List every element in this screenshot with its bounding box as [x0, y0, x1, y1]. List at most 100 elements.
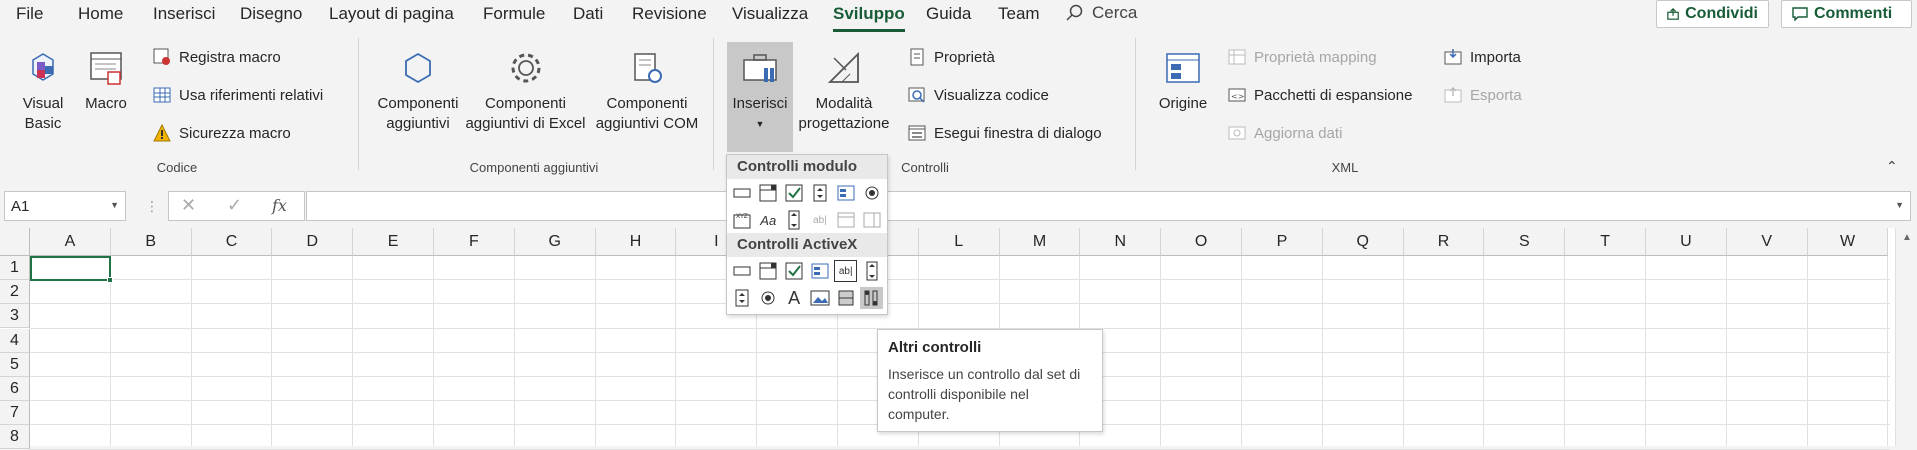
source-button[interactable]: Origine [1150, 48, 1216, 114]
name-box[interactable]: A1 ▼ [4, 191, 126, 221]
column-header[interactable]: P [1242, 228, 1323, 256]
tab-layout[interactable]: Layout di pagina [329, 4, 454, 24]
row-header[interactable]: 7 [0, 401, 30, 426]
column-header[interactable]: A [30, 228, 111, 256]
checkbox-control-icon[interactable] [783, 182, 806, 204]
design-mode-button[interactable]: Modalità progettazione [795, 48, 893, 134]
search-box[interactable]: Cerca [1066, 3, 1137, 23]
comments-button[interactable]: Commenti [1781, 0, 1912, 28]
column-header[interactable]: V [1726, 228, 1808, 256]
tab-sviluppo[interactable]: Sviluppo [833, 4, 905, 32]
tab-formule[interactable]: Formule [483, 4, 545, 24]
tab-dati[interactable]: Dati [573, 4, 603, 24]
row-header[interactable]: 4 [0, 328, 30, 353]
combo-box-icon[interactable] [757, 182, 780, 204]
list-box-icon[interactable] [834, 182, 857, 204]
view-code-button[interactable]: Visualizza codice [908, 86, 1049, 104]
row-header[interactable]: 3 [0, 304, 30, 329]
relative-references-button[interactable]: Usa riferimenti relativi [153, 86, 323, 104]
row-header[interactable]: 5 [0, 352, 30, 377]
column-header[interactable]: R [1403, 228, 1485, 256]
column-header[interactable]: C [191, 228, 273, 256]
excel-addins-button[interactable]: Componenti aggiuntivi di Excel [463, 48, 588, 134]
run-dialog-button[interactable]: Esegui finestra di dialogo [908, 124, 1102, 142]
row-header[interactable]: 2 [0, 280, 30, 305]
fill-handle[interactable] [107, 277, 113, 283]
tab-revisione[interactable]: Revisione [632, 4, 707, 24]
macro-security-button[interactable]: Sicurezza macro [153, 124, 291, 142]
expansion-packs-button[interactable]: <> Pacchetti di espansione [1228, 86, 1412, 104]
activex-textbox-icon[interactable]: ab| [834, 260, 858, 282]
activex-toggle-icon[interactable] [834, 287, 857, 309]
tab-home[interactable]: Home [78, 4, 123, 24]
activex-scrollbar-icon[interactable] [860, 260, 883, 282]
row-header[interactable]: 6 [0, 377, 30, 401]
column-header[interactable]: U [1646, 228, 1727, 256]
collapse-ribbon-icon[interactable]: ⌃ [1886, 158, 1898, 175]
button-control-icon[interactable] [731, 182, 754, 204]
tab-team[interactable]: Team [998, 4, 1040, 24]
activex-spin-icon[interactable] [731, 287, 754, 309]
select-all-corner[interactable] [0, 228, 30, 256]
properties-button[interactable]: Proprietà [908, 48, 995, 66]
confirm-icon[interactable]: ✓ [227, 195, 242, 216]
group-box-icon[interactable]: XYZ [731, 209, 754, 231]
row-header[interactable]: 1 [0, 256, 30, 280]
share-label: Condividi [1685, 5, 1758, 22]
com-addins-button[interactable]: Componenti aggiuntivi COM [592, 48, 702, 134]
import-button[interactable]: Importa [1444, 48, 1521, 66]
column-header[interactable]: O [1161, 228, 1242, 256]
column-header[interactable]: G [514, 228, 596, 256]
mapping-properties-button[interactable]: Proprietà mapping [1228, 48, 1377, 66]
macro-button[interactable]: Macro [83, 48, 129, 114]
tab-guida[interactable]: Guida [926, 4, 971, 24]
cancel-icon[interactable]: ✕ [181, 195, 196, 216]
activex-option-icon[interactable] [757, 287, 780, 309]
export-button[interactable]: Esporta [1444, 86, 1522, 104]
column-header[interactable]: E [353, 228, 434, 256]
column-header[interactable]: W [1807, 228, 1889, 256]
column-header[interactable]: B [110, 228, 192, 256]
activex-combo-icon[interactable] [757, 260, 780, 282]
option-button-icon[interactable] [860, 182, 883, 204]
activex-label-icon[interactable]: A [783, 287, 806, 309]
insert-controls-button[interactable]: Inserisci ▼ [727, 42, 793, 152]
chevron-down-icon[interactable]: ▼ [110, 200, 119, 210]
excel-addins-label-2: aggiuntivi di Excel [465, 115, 586, 132]
scroll-up-icon[interactable]: ▲ [1902, 232, 1912, 243]
column-header[interactable]: D [272, 228, 354, 256]
expand-formula-icon[interactable]: ▼ [1895, 200, 1904, 210]
expansion-packs-icon: <> [1228, 88, 1246, 102]
label-control-icon[interactable]: Aa [757, 209, 780, 231]
tab-inserisci[interactable]: Inserisci [153, 4, 215, 24]
activex-button-icon[interactable] [731, 260, 754, 282]
spin-button-icon[interactable] [808, 182, 831, 204]
column-header[interactable]: Q [1322, 228, 1404, 256]
activex-image-icon[interactable] [808, 287, 831, 309]
tab-file[interactable]: File [16, 4, 43, 24]
column-header[interactable]: H [595, 228, 677, 256]
refresh-data-button[interactable]: Aggiorna dati [1228, 124, 1342, 142]
group-label-componenti: Componenti aggiuntivi [469, 160, 599, 175]
share-button[interactable]: Condividi [1656, 0, 1769, 28]
addins-button[interactable]: Componenti aggiuntivi [373, 48, 463, 134]
activex-checkbox-icon[interactable] [783, 260, 806, 282]
activex-listbox-icon[interactable] [808, 260, 831, 282]
selected-cell[interactable] [30, 256, 111, 281]
insert-function-icon[interactable]: fx [272, 196, 287, 215]
scroll-bar-icon[interactable] [783, 209, 806, 231]
column-header[interactable]: L [918, 228, 1000, 256]
tab-visualizza[interactable]: Visualizza [732, 4, 808, 24]
more-controls-icon[interactable] [860, 287, 883, 309]
record-macro-button[interactable]: Registra macro [153, 48, 281, 66]
column-header[interactable]: N [1080, 228, 1162, 256]
visual-basic-button[interactable]: Visual Basic [16, 48, 70, 134]
column-header[interactable]: S [1484, 228, 1566, 256]
formula-input[interactable]: ▼ [306, 191, 1911, 221]
column-header[interactable]: F [434, 228, 515, 256]
column-header[interactable]: T [1565, 228, 1646, 256]
row-gridline [30, 279, 1890, 281]
tab-disegno[interactable]: Disegno [240, 4, 302, 24]
column-header[interactable]: M [999, 228, 1081, 256]
vertical-scrollbar[interactable]: ▲ [1895, 228, 1917, 446]
